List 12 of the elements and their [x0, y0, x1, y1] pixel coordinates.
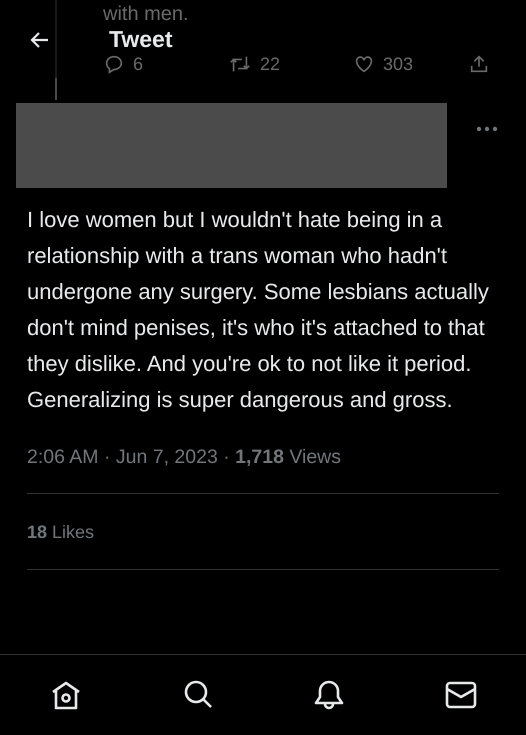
- tweet-text: I love women but I wouldn't hate being in a relationship with a trans woman who hadn't undergone any surgery. Some lesbians actually don't mind penises, it's who it's attached to that they dislike. And you're ok to not like it period. Generalizing is super dangerous and gross.: [27, 206, 490, 414]
- page-title: Tweet: [109, 26, 172, 53]
- speech-bubble-icon[interactable]: [103, 53, 125, 75]
- tweet-text: with men.: [103, 3, 190, 26]
- more-icon[interactable]: [476, 126, 498, 132]
- action-count: 303: [383, 54, 414, 74]
- action-count: 22: [260, 54, 280, 74]
- action-count: 6: [133, 54, 144, 74]
- bell-icon[interactable]: [312, 678, 346, 712]
- tweet-timestamp: 2:06 AM · Jun 7, 2023 · 1,718 Views: [27, 446, 342, 469]
- share-icon[interactable]: [468, 53, 490, 75]
- likes-count[interactable]: 18 Likes: [27, 522, 526, 543]
